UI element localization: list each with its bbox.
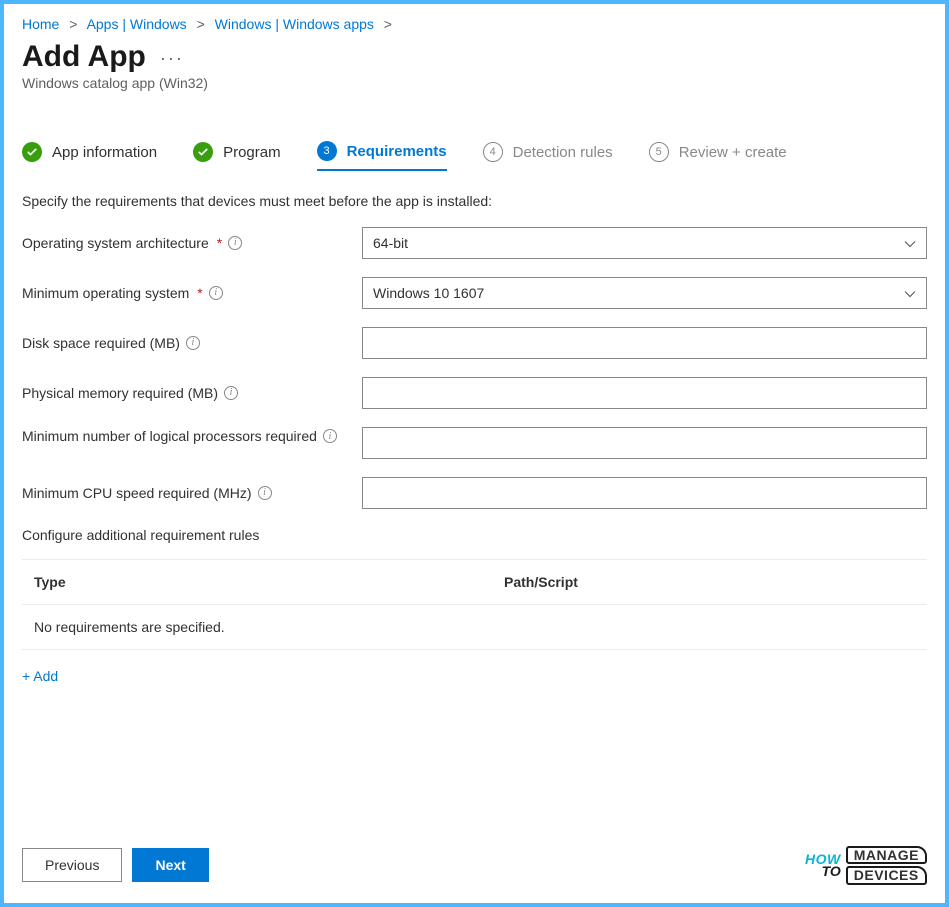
select-value: Windows 10 1607 — [373, 285, 484, 301]
step-detection-rules[interactable]: 4 Detection rules — [483, 142, 613, 170]
label-cpu-speed: Minimum CPU speed required (MHz) i — [22, 484, 362, 503]
table-col-path: Path/Script — [504, 574, 915, 590]
select-value: 64-bit — [373, 235, 408, 251]
input-memory[interactable] — [362, 377, 927, 409]
label-disk: Disk space required (MB) i — [22, 334, 362, 353]
breadcrumb-item-apps[interactable]: Apps | Windows — [87, 16, 187, 32]
next-button[interactable]: Next — [132, 848, 208, 882]
info-icon[interactable]: i — [224, 386, 238, 400]
table-col-type: Type — [34, 574, 504, 590]
check-icon — [193, 142, 213, 162]
input-cpu-speed[interactable] — [362, 477, 927, 509]
step-label: Detection rules — [513, 144, 613, 161]
wizard-steps: App information Program 3 Requirements 4… — [22, 141, 927, 171]
previous-button[interactable]: Previous — [22, 848, 122, 882]
more-icon[interactable]: ··· — [160, 48, 184, 69]
chevron-right-icon: > — [69, 16, 77, 32]
info-icon[interactable]: i — [323, 429, 337, 443]
label-memory: Physical memory required (MB) i — [22, 384, 362, 403]
step-review-create[interactable]: 5 Review + create — [649, 142, 787, 170]
requirements-table: Type Path/Script No requirements are spe… — [22, 559, 927, 650]
info-icon[interactable]: i — [186, 336, 200, 350]
table-empty-row: No requirements are specified. — [22, 605, 927, 649]
step-number-icon: 3 — [317, 141, 337, 161]
breadcrumb-item-windows-apps[interactable]: Windows | Windows apps — [215, 16, 374, 32]
step-label: Program — [223, 144, 281, 161]
required-indicator: * — [197, 284, 202, 303]
check-icon — [22, 142, 42, 162]
step-requirements[interactable]: 3 Requirements — [317, 141, 447, 171]
label-arch: Operating system architecture* i — [22, 234, 362, 253]
input-cpu-count[interactable] — [362, 427, 927, 459]
step-program[interactable]: Program — [193, 142, 281, 170]
step-app-information[interactable]: App information — [22, 142, 157, 170]
add-requirement-link[interactable]: + Add — [22, 668, 58, 684]
chevron-right-icon: > — [197, 16, 205, 32]
breadcrumb: Home > Apps | Windows > Windows | Window… — [22, 16, 927, 32]
required-indicator: * — [217, 234, 222, 253]
chevron-right-icon: > — [384, 16, 392, 32]
page-subtitle: Windows catalog app (Win32) — [22, 75, 927, 91]
step-number-icon: 5 — [649, 142, 669, 162]
info-icon[interactable]: i — [209, 286, 223, 300]
step-label: Requirements — [347, 143, 447, 160]
form-description: Specify the requirements that devices mu… — [22, 193, 927, 209]
step-label: Review + create — [679, 144, 787, 161]
info-icon[interactable]: i — [228, 236, 242, 250]
table-header: Type Path/Script — [22, 560, 927, 605]
select-minos[interactable]: Windows 10 1607 — [362, 277, 927, 309]
label-cpu-count: Minimum number of logical processors req… — [22, 427, 362, 446]
section-additional-rules: Configure additional requirement rules — [22, 527, 927, 543]
step-label: App information — [52, 144, 157, 161]
watermark-logo: HOW TO MANAGE DEVICES — [805, 846, 927, 885]
step-number-icon: 4 — [483, 142, 503, 162]
input-disk-space[interactable] — [362, 327, 927, 359]
select-arch[interactable]: 64-bit — [362, 227, 927, 259]
page-title: Add App — [22, 40, 146, 73]
info-icon[interactable]: i — [258, 486, 272, 500]
breadcrumb-item-home[interactable]: Home — [22, 16, 59, 32]
chevron-down-icon — [904, 237, 916, 249]
watermark-to: TO — [822, 865, 841, 878]
watermark-devices: DEVICES — [846, 866, 927, 885]
chevron-down-icon — [904, 287, 916, 299]
watermark-manage: MANAGE — [846, 846, 927, 865]
label-minos: Minimum operating system* i — [22, 284, 362, 303]
